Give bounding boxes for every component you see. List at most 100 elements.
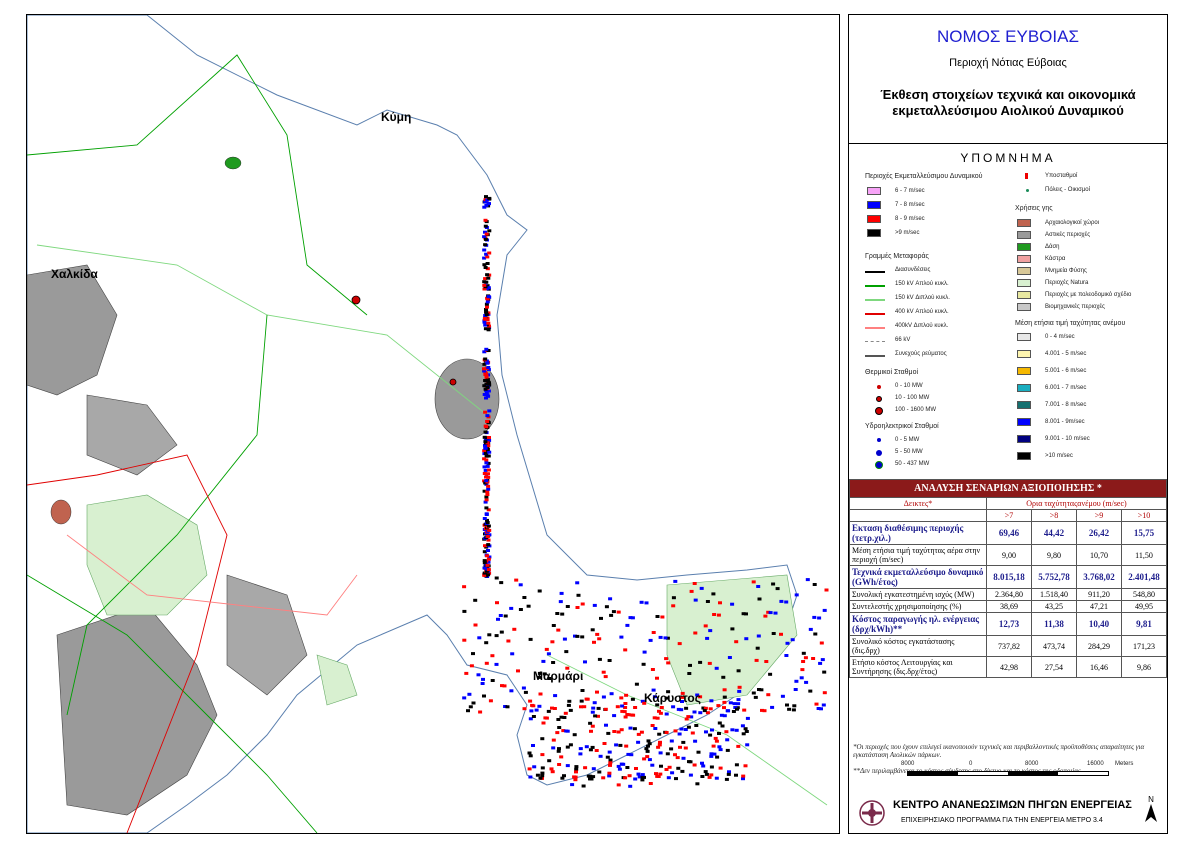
- wind-cell: [690, 731, 695, 735]
- wind-cell: [485, 420, 490, 423]
- scenario-row: Κόστος παραγωγής ηλ. ενέργειας (δρχ/kWh)…: [849, 612, 1167, 636]
- landuse-item-7: Βιομηχανικές περιοχές: [1045, 304, 1105, 310]
- wind-cell: [709, 765, 714, 769]
- wind-cell: [634, 767, 638, 770]
- wind-cell: [642, 757, 647, 761]
- wind-cell: [485, 554, 490, 558]
- wind-cell: [529, 709, 534, 713]
- wind-cell: [655, 676, 659, 680]
- wind-cell: [664, 712, 669, 716]
- swatch-wind-2: [867, 215, 881, 223]
- wind-cell: [584, 745, 589, 749]
- wind-cell: [469, 664, 474, 668]
- wind-cell: [566, 703, 571, 707]
- wind-cell: [734, 773, 738, 777]
- hydro-icon-large: [875, 461, 883, 469]
- wind-cell: [590, 724, 595, 728]
- wind-cell: [699, 586, 704, 590]
- wind-cell: [462, 609, 467, 613]
- wind-cell: [483, 243, 488, 247]
- wind-cell: [614, 743, 619, 747]
- landuse-item-6: Περιοχές με πολεοδομικό σχέδιο: [1045, 292, 1132, 298]
- wind-cell: [814, 702, 819, 706]
- info-panel: ΝΟΜΟΣ ΕΥΒΟΙΑΣ Περιοχή Νότιας Εύβοιας Έκθ…: [848, 14, 1168, 834]
- wind-cell: [653, 727, 658, 730]
- wind-cell: [464, 671, 469, 675]
- wind-cell: [592, 701, 597, 705]
- wind-cell: [599, 616, 603, 620]
- scenario-cell: 15,75: [1121, 521, 1167, 545]
- wind-cell: [791, 708, 796, 712]
- wind-cell: [483, 446, 488, 450]
- map-frame[interactable]: Κύμη Χαλκίδα Μαρμάρι Κάρυστος: [26, 14, 840, 834]
- landuse-swatch-6: [1017, 291, 1031, 299]
- wind-cell: [722, 695, 727, 699]
- wind-cell: [710, 728, 714, 732]
- wind-cell: [734, 640, 739, 644]
- wind-cell: [805, 578, 810, 582]
- wind-cell: [590, 710, 595, 714]
- scenario-row-label: Ετήσιο κόστος Λειτουργίας και Συντήρησης…: [849, 656, 987, 678]
- wind-cell: [657, 732, 662, 736]
- wind-cell: [482, 248, 487, 252]
- wind-cell: [568, 708, 573, 712]
- wind-cell: [724, 777, 729, 781]
- landuse-swatch-1: [1017, 231, 1031, 239]
- wind-cell: [659, 764, 663, 768]
- wind-cell: [499, 581, 504, 585]
- scenario-row: Ετήσιο κόστος Λειτουργίας και Συντήρησης…: [849, 656, 1167, 678]
- wind-cell: [718, 748, 723, 752]
- wind-speed-swatch-3: [1017, 384, 1031, 392]
- wind-cell: [574, 765, 579, 769]
- wind-speed-item-7: >10 m/sec: [1045, 453, 1073, 459]
- wind-cell: [488, 699, 493, 703]
- wind-cell: [478, 710, 483, 714]
- wind-cell: [819, 641, 824, 645]
- wind-cell: [593, 714, 598, 718]
- scenario-row-label: Μέση ετήσια τιμή ταχύτητας αέρα στην περ…: [849, 544, 987, 566]
- wind-cell: [616, 610, 621, 614]
- thermal-station: [351, 295, 361, 305]
- organization-name: ΚΕΝΤΡΟ ΑΝΑΝΕΩΣΙΜΩΝ ΠΗΓΩΝ ΕΝΕΡΓΕΙΑΣ: [893, 799, 1132, 811]
- scenario-cell: 2.364,80: [986, 588, 1032, 601]
- hydro-item-2: 50 - 437 MW: [895, 461, 930, 467]
- wind-cell: [754, 658, 759, 662]
- wind-cell: [811, 657, 816, 660]
- wind-cell: [582, 705, 587, 709]
- wind-cell: [467, 692, 472, 696]
- wind-cell: [518, 608, 523, 611]
- wind-cell: [618, 743, 623, 747]
- wind-cell: [528, 699, 533, 703]
- scenario-cell: 737,82: [986, 635, 1032, 657]
- wind-cell: [734, 728, 739, 732]
- kape-logo-icon: [859, 800, 885, 826]
- wind-cell: [595, 690, 599, 694]
- wind-speed-swatch-7: [1017, 452, 1031, 460]
- scenario-row: Συνολικό κόστος εγκατάστασης (δις.δρχ) 73…: [849, 635, 1167, 657]
- wind-cell: [804, 680, 809, 684]
- wind-cell: [664, 731, 669, 734]
- wind-cell: [594, 749, 599, 752]
- wind-cell: [485, 464, 490, 468]
- wind-cell: [757, 597, 762, 601]
- wind-cell: [555, 731, 560, 735]
- wind-cell: [509, 606, 514, 610]
- wind-cell: [560, 612, 565, 616]
- wind-cell: [473, 623, 478, 627]
- wind-cell: [543, 716, 548, 720]
- wind-cell: [557, 747, 561, 751]
- wind-cell: [728, 701, 733, 705]
- wind-cell: [793, 688, 798, 691]
- wind-cell: [773, 611, 778, 615]
- wind-cell: [763, 614, 768, 618]
- wind-cell: [701, 764, 706, 768]
- wind-cell: [707, 775, 712, 779]
- wind-cell: [486, 487, 491, 491]
- wind-speed-swatch-2: [1017, 367, 1031, 375]
- scenario-cell: 5.752,78: [1031, 565, 1077, 589]
- wind-cell: [487, 409, 492, 413]
- wind-cell: [709, 699, 714, 703]
- wind-cell: [484, 195, 488, 199]
- line-item-5: 66 kV: [895, 337, 911, 343]
- wind-cell: [704, 730, 708, 734]
